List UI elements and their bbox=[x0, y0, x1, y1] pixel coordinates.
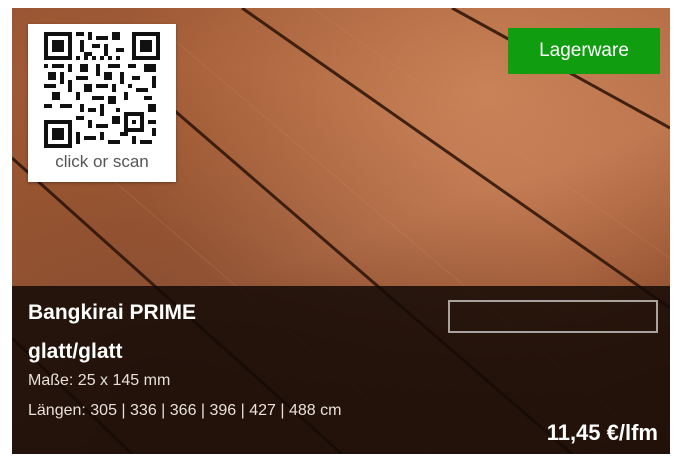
product-lengths: Längen: 305 | 336 | 366 | 396 | 427 | 48… bbox=[28, 402, 342, 419]
stock-status-badge: Lagerware bbox=[508, 28, 660, 74]
qr-code-icon bbox=[44, 32, 160, 148]
qr-caption: click or scan bbox=[55, 152, 149, 171]
product-info-panel: Bangkirai PRIME glatt/glatt Maße: 25 x 1… bbox=[12, 286, 670, 454]
product-price: 11,45 €/lfm bbox=[546, 420, 658, 445]
product-title[interactable]: Bangkirai PRIME bbox=[28, 301, 196, 325]
product-dimensions: Maße: 25 x 145 mm bbox=[28, 372, 171, 389]
outline-button[interactable] bbox=[448, 300, 658, 333]
product-variant: glatt/glatt bbox=[28, 340, 123, 363]
qr-code-box[interactable]: click or scan bbox=[28, 24, 176, 182]
product-card[interactable]: click or scan Lagerware Bangkirai PRIME … bbox=[12, 8, 670, 454]
